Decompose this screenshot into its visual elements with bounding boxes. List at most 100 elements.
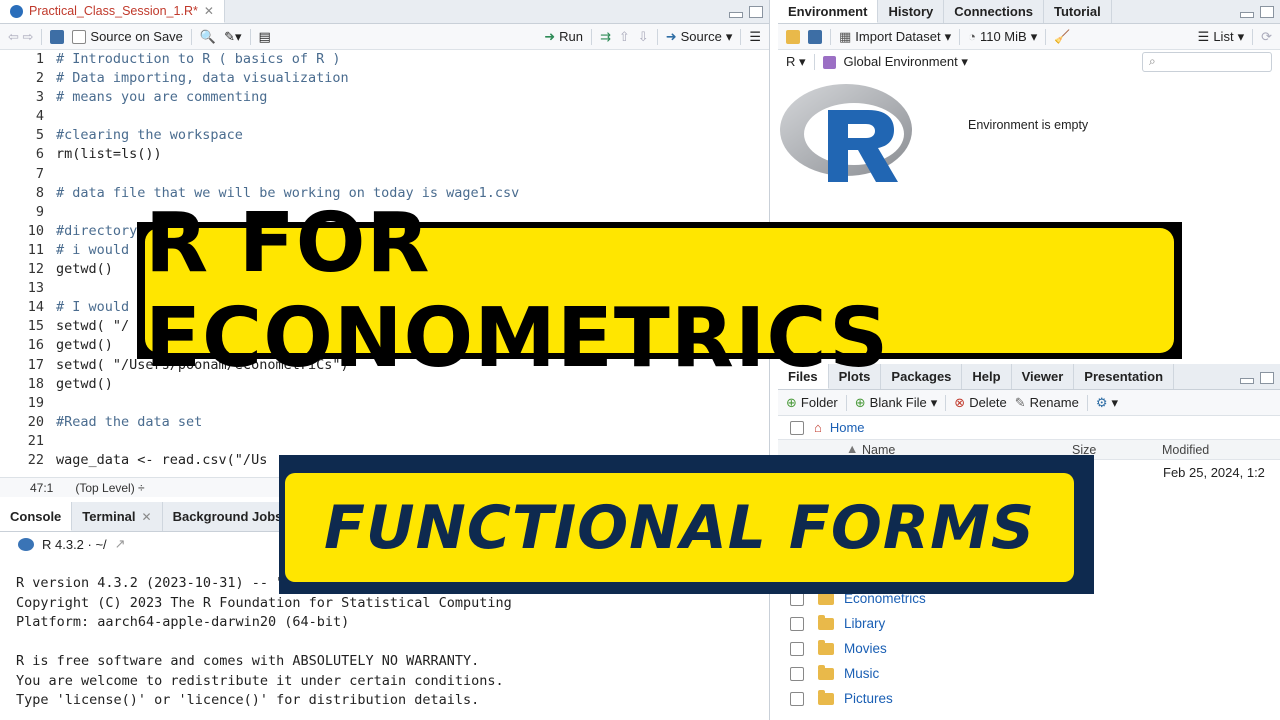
file-checkbox[interactable] — [790, 666, 804, 681]
open-folder-icon[interactable] — [786, 29, 800, 44]
file-name-link[interactable]: Music — [844, 666, 879, 681]
divider — [845, 394, 847, 411]
tab-background-jobs[interactable]: Background Jobs — [163, 502, 294, 531]
up-arrow-icon[interactable]: ⇧ — [619, 29, 630, 45]
broom-icon[interactable]: 🧹 — [1054, 29, 1070, 45]
scope-selector[interactable]: (Top Level) ÷ — [75, 481, 144, 495]
rerun-icon[interactable]: ⇉ — [600, 29, 611, 45]
tab-terminal[interactable]: Terminal ✕ — [72, 502, 163, 531]
file-row[interactable]: Library — [778, 611, 1280, 636]
new-folder-button[interactable]: ⊕ Folder — [786, 395, 838, 411]
code-line[interactable]: 4 — [0, 107, 769, 126]
import-dataset-button[interactable]: ▦ Import Dataset ▾ — [839, 29, 951, 45]
file-row[interactable]: Pictures — [778, 686, 1280, 711]
tab-environment[interactable]: Environment — [778, 0, 879, 23]
divider — [830, 28, 831, 45]
env-scope-row: R ▾ Global Environment ▾ — [786, 52, 968, 72]
code-text: wage_data <- read.csv("/Us — [56, 451, 268, 468]
source-on-save-toggle[interactable]: Source on Save — [72, 29, 183, 44]
code-line[interactable]: 3 # means you are commenting — [0, 88, 769, 107]
maximize-button[interactable] — [1260, 372, 1274, 384]
search-icon[interactable]: 🔍 — [200, 29, 216, 45]
tab-tutorial[interactable]: Tutorial — [1044, 0, 1112, 23]
source-button[interactable]: ➜ Source ▾ — [666, 29, 733, 45]
divider — [1045, 28, 1047, 45]
breadcrumb-home[interactable]: Home — [830, 420, 865, 435]
save-icon[interactable] — [50, 29, 65, 44]
code-line[interactable]: 21 — [0, 432, 769, 451]
home-icon[interactable]: ⌂ — [814, 420, 822, 435]
code-line[interactable]: 19 — [0, 394, 769, 413]
magic-wand-icon[interactable]: ✎▾ — [224, 29, 241, 45]
code-line[interactable]: 7 — [0, 165, 769, 184]
global-env-dropdown[interactable]: Global Environment ▾ — [844, 54, 968, 70]
tab-background-jobs-label: Background Jobs — [172, 509, 283, 524]
minimize-button[interactable] — [1240, 378, 1254, 384]
chevron-down-icon: ▾ — [1237, 28, 1245, 44]
file-row[interactable]: Music — [778, 661, 1280, 686]
line-number: 5 — [35, 127, 44, 144]
line-number: 8 — [35, 184, 44, 201]
folder-icon — [818, 639, 834, 655]
line-number: 14 — [27, 299, 44, 316]
tab-script[interactable]: Practical_Class_Session_1.R* ✕ — [0, 0, 225, 23]
maximize-button[interactable] — [749, 6, 763, 18]
list-label: List — [1213, 29, 1234, 44]
code-text: # i would — [56, 241, 130, 258]
col-modified-header[interactable]: Modified — [1162, 443, 1209, 457]
tab-tutorial-label: Tutorial — [1054, 4, 1101, 19]
rename-label: Rename — [1029, 395, 1079, 410]
delete-button[interactable]: ⊗ Delete — [954, 395, 1006, 411]
down-arrow-icon[interactable]: ⇩ — [638, 29, 649, 45]
code-line[interactable]: 5 #clearing the workspace — [0, 126, 769, 145]
run-button[interactable]: ➜ Run — [544, 29, 583, 45]
source-on-save-checkbox[interactable] — [72, 29, 87, 44]
env-search-input[interactable]: ⌕ — [1142, 52, 1272, 72]
code-line[interactable]: 1 # Introduction to R ( basics of R ) — [0, 50, 769, 69]
code-text: rm(list=ls()) — [56, 146, 162, 163]
more-gear-button[interactable]: ⚙ ▾ — [1096, 395, 1118, 411]
close-icon[interactable]: ✕ — [142, 510, 152, 524]
file-name-link[interactable]: Library — [844, 616, 885, 631]
back-arrow-icon[interactable]: ⇦ ⇨ — [8, 29, 33, 45]
file-checkbox[interactable] — [790, 616, 804, 631]
list-icon: ☰ — [1197, 28, 1210, 44]
view-mode-dropdown[interactable]: ☰ List ▾ — [1198, 29, 1244, 45]
banner-title: R FOR ECONOMETRICS — [145, 195, 890, 386]
file-name-link[interactable]: Pictures — [844, 691, 893, 706]
save-icon[interactable] — [808, 29, 822, 44]
file-name-link[interactable]: Movies — [844, 641, 887, 656]
select-all-checkbox[interactable] — [790, 420, 804, 435]
outline-menu-icon[interactable]: ☰ — [749, 29, 761, 45]
blank-file-button[interactable]: ⊕ Blank File ▾ — [855, 395, 938, 411]
subtitle-banner: FUNCTIONAL FORMS — [279, 455, 1094, 594]
language-dropdown[interactable]: R ▾ — [786, 54, 806, 70]
memory-label: 110 MiB — [979, 29, 1027, 44]
code-line[interactable]: 20 #Read the data set — [0, 413, 769, 432]
maximize-button[interactable] — [1260, 6, 1274, 18]
tab-console[interactable]: Console — [0, 502, 73, 531]
divider — [41, 28, 43, 45]
file-checkbox[interactable] — [790, 641, 804, 656]
code-line[interactable]: 2 # Data importing, data visualization — [0, 69, 769, 88]
refresh-icon[interactable]: ⟳ — [1261, 29, 1272, 45]
chevron-down-icon: ▾ — [725, 28, 733, 44]
minimize-button[interactable] — [1240, 12, 1254, 18]
file-row[interactable]: Movies — [778, 636, 1280, 661]
divider — [1086, 394, 1088, 411]
document-outline-icon[interactable]: ▤ — [259, 29, 271, 45]
run-arrow-icon: ➜ — [544, 28, 556, 44]
code-line[interactable]: 6 rm(list=ls()) — [0, 145, 769, 164]
share-arrow-icon[interactable]: ↗ — [115, 536, 126, 552]
rename-button[interactable]: ✎ Rename — [1015, 395, 1079, 411]
sort-up-icon: ▲ — [846, 442, 859, 456]
console-output[interactable]: R version 4.3.2 (2023-10-31) -- " Copyrig… — [16, 574, 512, 711]
file-checkbox[interactable] — [790, 691, 804, 706]
tab-connections[interactable]: Connections — [944, 0, 1044, 23]
close-icon[interactable]: ✕ — [204, 4, 214, 18]
tab-script-label: Practical_Class_Session_1.R* — [29, 4, 198, 18]
tab-history[interactable]: History — [878, 0, 945, 23]
memory-usage[interactable]: ◔ 110 MiB ▾ — [968, 29, 1037, 45]
line-number: 21 — [27, 432, 44, 449]
minimize-button[interactable] — [729, 12, 743, 18]
